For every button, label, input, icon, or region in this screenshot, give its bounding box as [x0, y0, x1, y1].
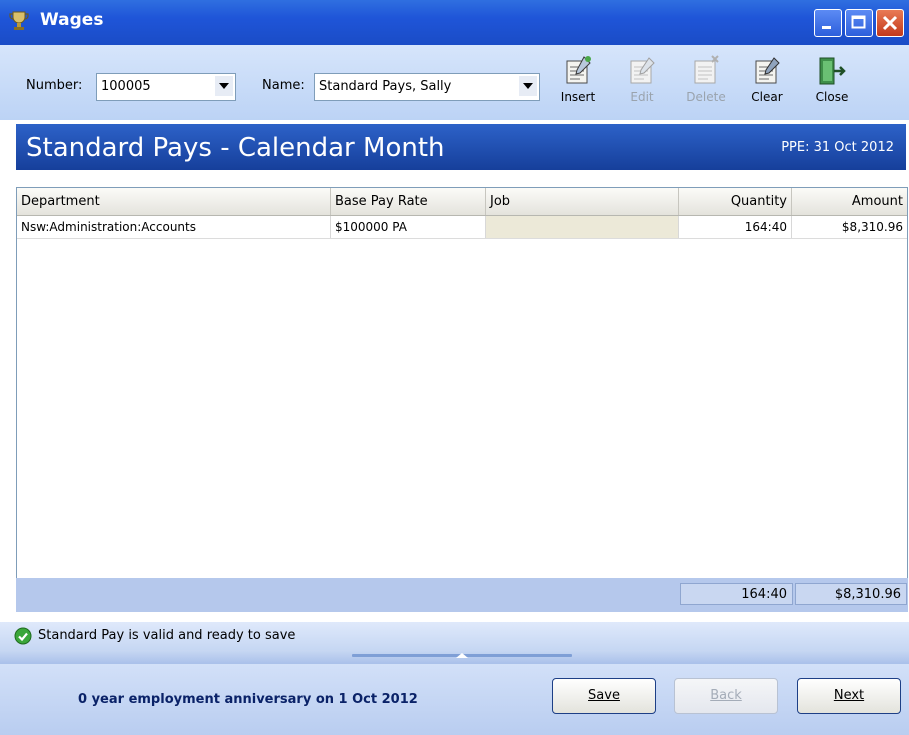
- delete-icon: [694, 55, 719, 84]
- total-amount: $8,310.96: [795, 583, 907, 605]
- close-button[interactable]: Close: [809, 55, 855, 115]
- trophy-icon: [8, 10, 30, 32]
- maximize-button[interactable]: [845, 9, 873, 37]
- status-message: Standard Pay is valid and ready to save: [38, 628, 296, 643]
- edit-icon: [630, 57, 655, 84]
- number-label: Number:: [26, 78, 83, 93]
- back-label: Back: [710, 688, 742, 703]
- cell-quantity[interactable]: 164:40: [679, 216, 792, 238]
- status-bar: Standard Pay is valid and ready to save: [0, 622, 909, 650]
- close-icon: [882, 15, 898, 31]
- check-circle-icon: [14, 627, 32, 649]
- back-button[interactable]: Back: [674, 678, 778, 714]
- table-row[interactable]: Nsw:Administration:Accounts $100000 PA 1…: [17, 216, 907, 239]
- wages-window: Wages Number: 100005 Name: Standard Pays…: [0, 0, 909, 735]
- edit-button[interactable]: Edit: [619, 55, 665, 115]
- name-combobox[interactable]: Standard Pays, Sally: [314, 73, 540, 101]
- banner-title: Standard Pays - Calendar Month: [26, 133, 445, 163]
- minimize-button[interactable]: [814, 9, 842, 37]
- splitter-grip-icon[interactable]: [352, 652, 572, 660]
- door-exit-icon: [819, 57, 846, 85]
- footer: 0 year employment anniversary on 1 Oct 2…: [0, 664, 909, 735]
- cell-department[interactable]: Nsw:Administration:Accounts: [17, 216, 331, 238]
- next-button[interactable]: Next: [797, 678, 901, 714]
- cell-job[interactable]: [486, 216, 679, 238]
- chevron-down-icon[interactable]: [215, 76, 233, 96]
- clear-button[interactable]: Clear: [744, 55, 790, 115]
- banner: Standard Pays - Calendar Month PPE: 31 O…: [16, 124, 906, 170]
- edit-label: Edit: [630, 90, 654, 104]
- name-value: Standard Pays, Sally: [319, 79, 452, 94]
- pay-period-end: PPE: 31 Oct 2012: [781, 140, 894, 155]
- save-button[interactable]: Save: [552, 678, 656, 714]
- grid-header: Department Base Pay Rate Job Quantity Am…: [17, 188, 907, 216]
- save-label: Save: [588, 688, 620, 703]
- title-bar[interactable]: Wages: [0, 0, 909, 45]
- name-label: Name:: [262, 78, 305, 93]
- cell-base-pay-rate[interactable]: $100000 PA: [331, 216, 486, 238]
- maximize-icon: [851, 15, 866, 29]
- cell-amount[interactable]: $8,310.96: [792, 216, 907, 238]
- column-header-quantity[interactable]: Quantity: [679, 188, 792, 215]
- column-header-job[interactable]: Job: [486, 188, 679, 215]
- minimize-icon: [822, 26, 831, 29]
- splitter[interactable]: [0, 650, 909, 664]
- delete-button[interactable]: Delete: [683, 55, 729, 115]
- window-title: Wages: [40, 10, 104, 30]
- close-window-button[interactable]: [876, 9, 904, 37]
- insert-label: Insert: [560, 90, 596, 104]
- chevron-down-icon[interactable]: [519, 76, 537, 96]
- column-header-amount[interactable]: Amount: [792, 188, 907, 215]
- delete-label: Delete: [686, 90, 726, 104]
- total-quantity: 164:40: [680, 583, 793, 605]
- clear-label: Clear: [751, 90, 783, 104]
- number-combobox[interactable]: 100005: [96, 73, 236, 101]
- pay-lines-grid: Department Base Pay Rate Job Quantity Am…: [16, 187, 908, 579]
- clear-icon: [755, 57, 780, 84]
- next-label: Next: [833, 688, 865, 703]
- insert-icon: [566, 56, 591, 84]
- anniversary-notice: 0 year employment anniversary on 1 Oct 2…: [78, 692, 418, 707]
- totals-bar: 164:40 $8,310.96: [16, 578, 908, 612]
- close-label: Close: [815, 90, 849, 104]
- column-header-department[interactable]: Department: [17, 188, 331, 215]
- insert-button[interactable]: Insert: [555, 55, 601, 115]
- number-value: 100005: [101, 79, 151, 94]
- column-header-base-pay-rate[interactable]: Base Pay Rate: [331, 188, 486, 215]
